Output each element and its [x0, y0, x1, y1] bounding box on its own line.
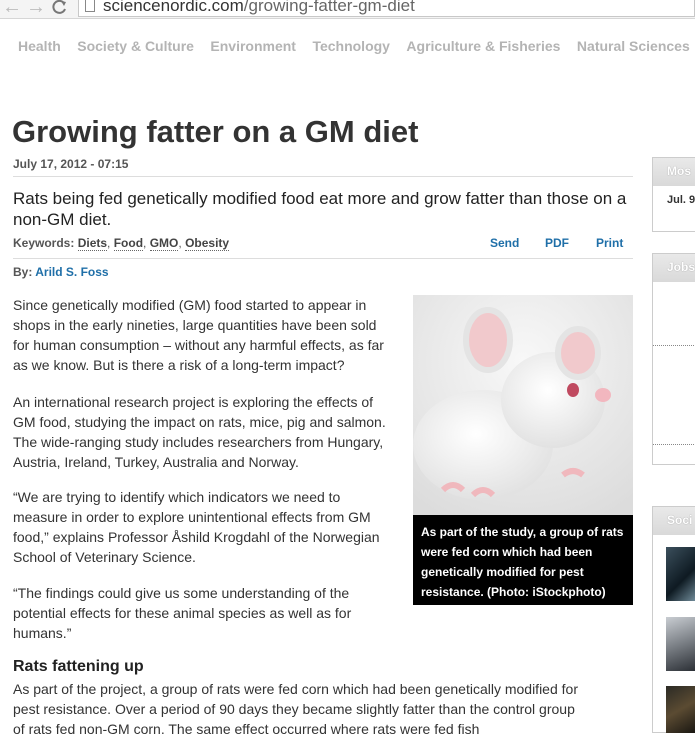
url-text: sciencenordic.com/growing-fatter-gm-diet: [103, 0, 415, 15]
nav-item-health[interactable]: Health: [18, 38, 61, 54]
news-thumbnail[interactable]: [666, 686, 695, 733]
section-heading: Rats fattening up: [13, 658, 144, 675]
article-paragraph: “The findings could give us some underst…: [13, 585, 352, 641]
nav-item-society-culture[interactable]: Society & Culture: [77, 38, 194, 54]
most-read-box: Mos Jul. 9: [652, 157, 695, 232]
news-thumbnail[interactable]: [666, 547, 695, 601]
keyword-link[interactable]: Obesity: [185, 236, 230, 251]
site-navigation: Health Society & Culture Environment Tec…: [18, 38, 695, 58]
box-item-date[interactable]: Jul. 9: [667, 194, 695, 206]
box-heading: Mos: [653, 158, 695, 186]
article-paragraph: An international research project is exp…: [13, 394, 386, 470]
pdf-link[interactable]: PDF: [545, 236, 569, 250]
jobs-box: Jobs: [652, 253, 695, 465]
url-path: /growing-fatter-gm-diet: [243, 0, 415, 15]
byline: By: Arild S. Foss: [13, 265, 109, 279]
article-lead: Rats being fed genetically modified food…: [13, 189, 627, 229]
keyword-link[interactable]: Food: [113, 236, 144, 251]
keywords-label: Keywords:: [13, 236, 75, 250]
rat-photo[interactable]: [413, 295, 633, 515]
reload-icon[interactable]: [52, 0, 68, 14]
box-heading: Soci: [653, 507, 695, 535]
nav-item-technology[interactable]: Technology: [312, 38, 390, 54]
article-paragraph: As part of the project, a group of rats …: [13, 681, 578, 737]
url-domain: sciencenordic.com: [103, 0, 244, 15]
nav-item-agriculture-fisheries[interactable]: Agriculture & Fisheries: [406, 38, 560, 54]
divider: [653, 345, 695, 346]
article-paragraph: Since genetically modified (GM) food sta…: [13, 297, 384, 373]
nav-item-natural-sciences[interactable]: Natural Sciences: [577, 38, 690, 54]
address-bar[interactable]: sciencenordic.com/growing-fatter-gm-diet: [78, 0, 695, 17]
forward-arrow-icon[interactable]: →: [26, 0, 46, 17]
news-thumbnail[interactable]: [666, 617, 695, 671]
byline-label: By:: [13, 265, 33, 279]
browser-toolbar: ← → sciencenordic.com/growing-fatter-gm-…: [0, 0, 695, 19]
keyword-link[interactable]: Diets: [77, 236, 108, 251]
nav-item-environment[interactable]: Environment: [210, 38, 296, 54]
box-heading: Jobs: [653, 254, 695, 282]
photo-caption: As part of the study, a group of rats we…: [413, 515, 633, 605]
divider: [653, 444, 695, 445]
print-link[interactable]: Print: [596, 236, 623, 250]
back-arrow-icon[interactable]: ←: [2, 0, 22, 17]
divider: [13, 258, 633, 259]
keyword-link[interactable]: GMO: [149, 236, 179, 251]
article-date: July 17, 2012 - 07:15: [13, 157, 129, 171]
page-icon: [85, 0, 95, 12]
author-link[interactable]: Arild S. Foss: [35, 265, 108, 279]
send-link[interactable]: Send: [490, 236, 519, 250]
divider: [13, 176, 633, 177]
article-title: Growing fatter on a GM diet: [12, 114, 419, 149]
article-paragraph: “We are trying to identify which indicat…: [13, 489, 380, 565]
keywords: Keywords: Diets, Food, GMO, Obesity: [13, 236, 230, 251]
